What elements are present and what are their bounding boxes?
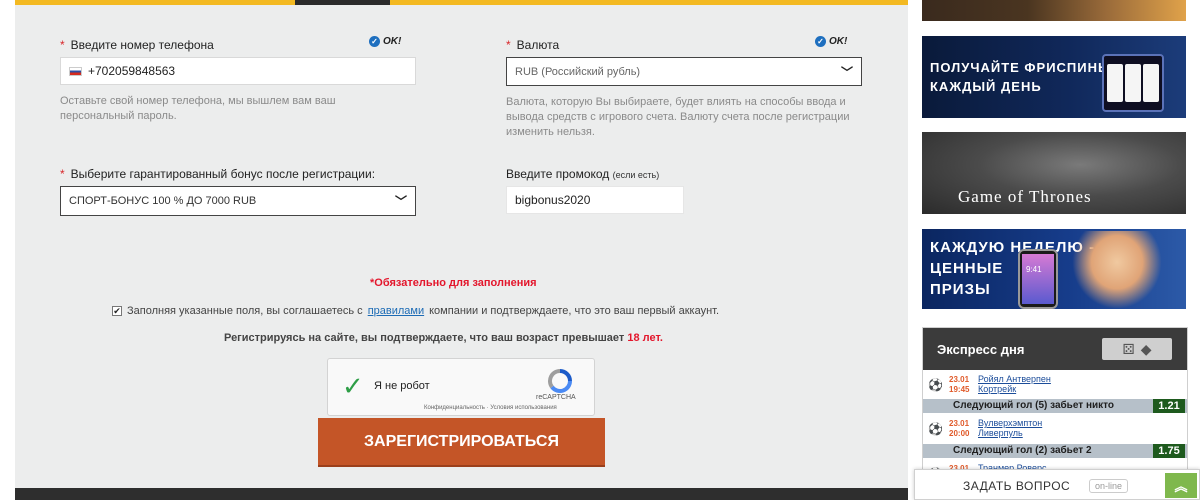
soccer-ball-icon: ⚽ <box>928 422 943 436</box>
phone-input[interactable]: +702059848563 <box>60 57 416 85</box>
checkmark-icon[interactable]: ✓ <box>342 373 364 399</box>
check-icon: ✓ <box>815 36 826 47</box>
match-row[interactable]: ⚽ 23.01 20:00 Вулверхэмптон Ливерпуль <box>923 416 1187 441</box>
match-row[interactable]: ⚽ 23.01 19:45 Ройял Антверпен Кортрейк <box>923 372 1187 397</box>
age-notice: Регистрируясь на сайте, вы подтверждаете… <box>224 332 663 344</box>
online-status-badge: on-line <box>1089 479 1129 493</box>
agreement-checkbox[interactable]: ✔ <box>112 306 122 316</box>
soccer-ball-icon: ⚽ <box>928 378 943 392</box>
express-header: Экспресс дня ⚄ ◆ <box>923 328 1187 370</box>
dice-button[interactable]: ⚄ ◆ <box>1102 338 1172 360</box>
russia-flag-icon <box>69 66 82 76</box>
promo-label: Введите промокод (если есть) <box>506 167 660 181</box>
odd-value[interactable]: 1.75 <box>1153 444 1185 458</box>
phone-value: +702059848563 <box>88 64 176 78</box>
phone-icon: 9:41 <box>1018 249 1058 309</box>
dice-icon: ◆ <box>1140 340 1152 357</box>
rules-link[interactable]: правилами <box>368 305 424 317</box>
captcha-brand: reCAPTCHA <box>536 394 576 401</box>
dice-icon: ⚄ <box>1122 340 1135 357</box>
bet-row[interactable]: Следующий гол (5) забьет никто 1.21 <box>923 399 1187 413</box>
odd-value[interactable]: 1.21 <box>1153 399 1185 413</box>
captcha-terms[interactable]: Конфиденциальность · Условия использован… <box>424 405 557 411</box>
page: * Введите номер телефона ✓ OK! +7020598485… <box>0 0 1200 500</box>
currency-select[interactable]: RUB (Российский рубль) ﹀ <box>506 57 862 86</box>
promo-input[interactable]: bigbonus2020 <box>506 186 684 214</box>
required-note: *Обязательно для заполнения <box>370 277 537 289</box>
currency-value: RUB (Российский рубль) <box>515 65 641 78</box>
chevron-up-icon[interactable]: ︽ <box>1165 473 1197 498</box>
slot-machine-icon <box>1102 54 1164 112</box>
recaptcha-widget[interactable]: ✓ Я не робот reCAPTCHA Конфиденциальност… <box>327 358 595 416</box>
bet-row[interactable]: Следующий гол (2) забьет 2 1.75 <box>923 444 1187 458</box>
promo-value: bigbonus2020 <box>515 193 591 207</box>
agreement-row: ✔ Заполняя указанные поля, вы соглашаете… <box>112 305 720 317</box>
chevron-down-icon: ﹀ <box>840 65 853 79</box>
bonus-label: * Выберите гарантированный бонус после ре… <box>60 167 376 181</box>
register-button[interactable]: ЗАРЕГИСТРИРОВАТЬСЯ <box>318 418 605 465</box>
check-icon: ✓ <box>369 36 380 47</box>
top-banner-strip <box>15 0 908 5</box>
weekly-prizes-banner[interactable]: КАЖДУЮ НЕДЕЛЮ - ЦЕННЫЕ ПРИЗЫ 9:41 <box>922 229 1186 309</box>
phone-label: * Введите номер телефона <box>60 38 214 52</box>
currency-ok-indicator: ✓ OK! <box>815 36 847 47</box>
freespins-banner[interactable]: ПОЛУЧАЙТЕ ФРИСПИНЫ КАЖДЫЙ ДЕНЬ <box>922 36 1186 118</box>
chevron-down-icon: ﹀ <box>394 194 407 209</box>
promo-model-image <box>1072 231 1162 309</box>
recaptcha-logo-icon <box>548 369 572 393</box>
footer-bar <box>15 488 908 500</box>
ask-question-bar[interactable]: ЗАДАТЬ ВОПРОС on-line ︽ <box>914 469 1200 500</box>
currency-label: * Валюта <box>506 38 560 52</box>
bonus-select[interactable]: СПОРТ-БОНУС 100 % ДО 7000 RUB ﹀ <box>60 186 416 216</box>
currency-hint: Валюта, которую Вы выбираете, будет влия… <box>506 96 850 138</box>
top-promo-banner[interactable] <box>922 0 1186 21</box>
captcha-label: Я не робот <box>374 380 430 392</box>
phone-ok-indicator: ✓ OK! <box>369 36 401 47</box>
phone-hint: Оставьте свой номер телефона, мы вышлем … <box>60 95 336 122</box>
bonus-value: СПОРТ-БОНУС 100 % ДО 7000 RUB <box>69 195 257 207</box>
game-of-thrones-banner[interactable]: Game of Thrones <box>922 132 1186 214</box>
